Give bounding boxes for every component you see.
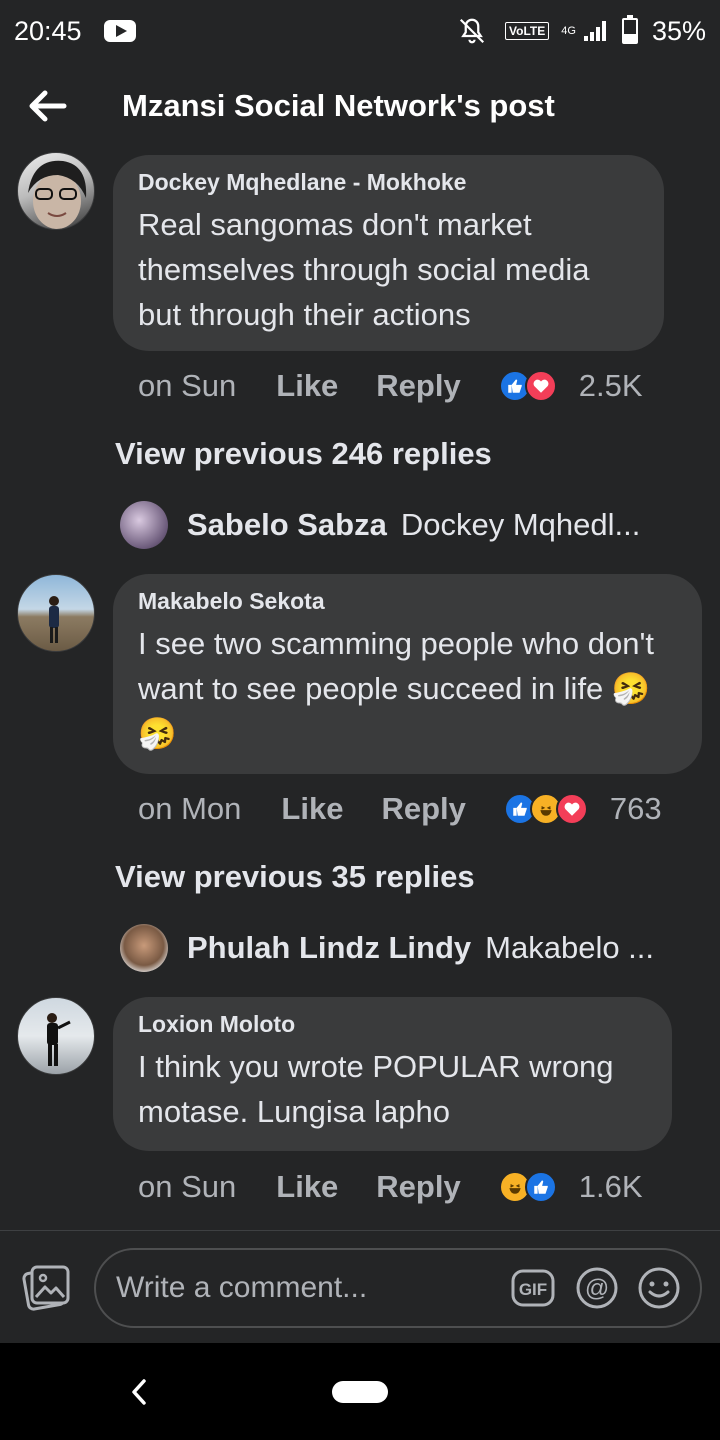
comment-time[interactable]: on Sun [138, 1169, 236, 1205]
avatar[interactable] [17, 574, 95, 652]
view-previous-replies[interactable]: View previous 246 replies [115, 436, 492, 472]
reply-snippet: Makabelo ... [485, 930, 655, 965]
reactions-summary[interactable] [503, 793, 588, 825]
like-button[interactable]: Like [276, 1169, 338, 1205]
reaction-count: 1.6K [578, 1169, 643, 1204]
comment-actions: on Sun Like Reply 2.5K [138, 361, 643, 411]
like-button[interactable]: Like [281, 791, 343, 827]
comment-composer: GIF @ [0, 1231, 720, 1343]
battery-percentage: 35% [651, 15, 706, 46]
status-time: 20:45 [14, 15, 82, 46]
comment-input[interactable] [116, 1271, 496, 1305]
comment-text: Real sangomas don't market themselves th… [138, 207, 590, 332]
mention-button[interactable]: @ [574, 1265, 620, 1311]
battery-icon [621, 15, 638, 44]
reaction-count: 763 [609, 791, 662, 826]
heart-icon [555, 793, 588, 825]
status-bar: 20:45 VoLTE 4G 35% [0, 0, 720, 62]
avatar-photo [28, 160, 87, 229]
nav-home-pill[interactable] [332, 1381, 388, 1403]
comment-input-field[interactable]: GIF @ [94, 1248, 702, 1328]
comment-author[interactable]: Loxion Moloto [138, 1011, 647, 1038]
gif-label: GIF [519, 1280, 547, 1299]
avatar[interactable] [17, 152, 95, 230]
reactions-summary[interactable] [498, 1171, 557, 1203]
avatar-photo [47, 1013, 71, 1066]
reply-preview[interactable]: Sabelo Sabza Dockey Mqhedl... [187, 507, 640, 543]
gif-button[interactable]: GIF [510, 1265, 556, 1311]
like-button[interactable]: Like [276, 368, 338, 404]
comment-actions: on Sun Like Reply 1.6K [138, 1162, 643, 1212]
mention-label: @ [585, 1275, 609, 1302]
network-type: 4G [561, 25, 576, 37]
youtube-notification-icon [103, 20, 136, 42]
nav-back-icon[interactable] [124, 1375, 154, 1409]
comment-time[interactable]: on Sun [138, 368, 236, 404]
smiley-icon [638, 1267, 680, 1309]
avatar[interactable] [120, 501, 168, 549]
reply-snippet: Dockey Mqhedl... [400, 507, 641, 542]
thumbs-up-icon [524, 1171, 557, 1203]
header: Mzansi Social Network's post [0, 62, 720, 150]
reply-button[interactable]: Reply [376, 1169, 460, 1205]
reaction-count: 2.5K [578, 368, 643, 403]
comment-text: I think you wrote POPULAR wrong motase. … [138, 1049, 614, 1129]
reply-author: Sabelo Sabza [187, 507, 387, 542]
comment-text: I see two scamming people who don't want… [138, 626, 654, 751]
avatar-photo [49, 596, 59, 643]
heart-icon [524, 370, 557, 402]
gif-icon: GIF [511, 1269, 555, 1307]
signal-icon [583, 21, 606, 41]
arrow-left-icon [29, 90, 67, 122]
back-button[interactable] [18, 76, 78, 136]
notifications-off-icon [460, 18, 485, 44]
reactions-summary[interactable] [498, 370, 557, 402]
avatar[interactable] [17, 997, 95, 1075]
comment-author[interactable]: Makabelo Sekota [138, 588, 677, 615]
reply-author: Phulah Lindz Lindy [187, 930, 472, 965]
comment-actions: on Mon Like Reply 763 [138, 784, 662, 834]
emoji-button[interactable] [636, 1265, 682, 1311]
mention-icon: @ [576, 1267, 618, 1309]
photo-icon[interactable] [20, 1261, 74, 1315]
avatar[interactable] [120, 924, 168, 972]
status-icons: VoLTE 4G 35% [457, 15, 706, 47]
reply-preview[interactable]: Phulah Lindz Lindy Makabelo ... [187, 930, 654, 966]
comment-bubble: Loxion Moloto I think you wrote POPULAR … [113, 997, 672, 1151]
view-previous-replies[interactable]: View previous 35 replies [115, 859, 475, 895]
volte-badge: VoLTE [505, 22, 550, 40]
reply-button[interactable]: Reply [381, 791, 465, 827]
comment-bubble: Dockey Mqhedlane - Mokhoke Real sangomas… [113, 155, 664, 351]
comment-author[interactable]: Dockey Mqhedlane - Mokhoke [138, 169, 639, 196]
system-nav-bar [0, 1343, 720, 1440]
comment-time[interactable]: on Mon [138, 791, 241, 827]
reply-button[interactable]: Reply [376, 368, 460, 404]
page-title: Mzansi Social Network's post [122, 88, 555, 123]
comment-bubble: Makabelo Sekota I see two scamming peopl… [113, 574, 702, 774]
